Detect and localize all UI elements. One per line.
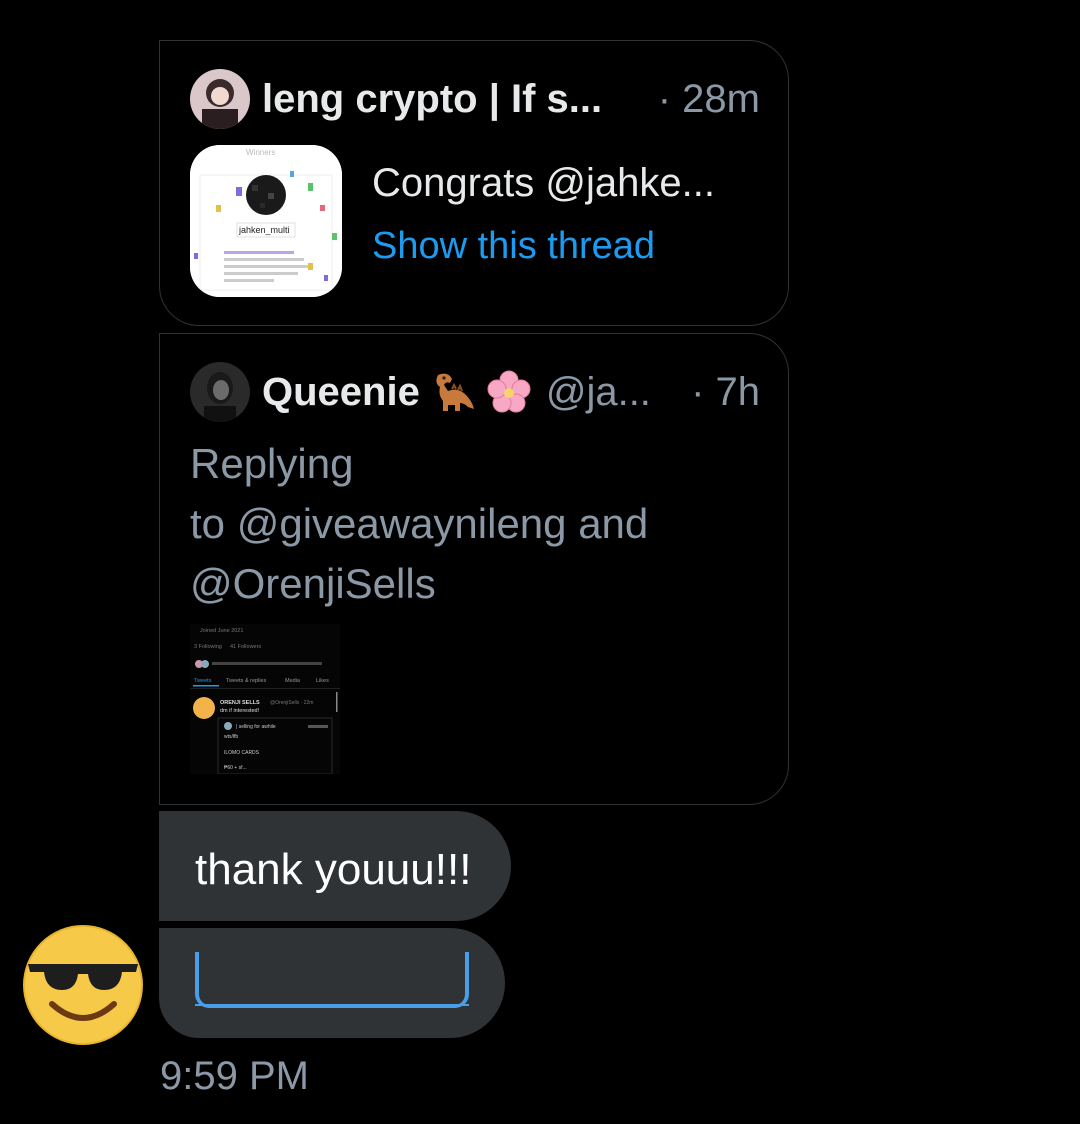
tweet-time: · 28m [657,76,760,121]
shot-author: ORENJI SELLS [220,700,260,706]
author-avatar[interactable] [190,69,250,129]
shot-following: 3 Following [194,644,222,650]
tweet-header: Queenie @ja... · 7h [190,362,760,422]
author-display-name[interactable]: leng crypto | If s... [262,77,602,122]
show-thread-link[interactable]: Show this thread [372,225,655,268]
shot-followers: 41 Followers [230,644,261,650]
author-handle: @ja... [545,369,651,414]
shot-quoted-body-3: ₱60 + sf... [224,765,247,771]
thumbnail-username: jahken_multi [238,225,290,235]
link-preview-card[interactable] [195,952,469,1008]
shot-tab-media: Media [285,678,301,684]
shot-joined: Joined June 2021 [200,628,243,634]
tweet-text: Congrats @jahke... [372,161,715,205]
message-bubble[interactable]: thank youuu!!! [159,811,511,921]
quoted-tweet-card-2[interactable]: Queenie @ja... · 7h Replying to @giveawa… [159,333,789,805]
shot-tweet: dm if interested! [220,708,260,714]
shot-handle-time: @OrenjiSells · 22m [270,700,313,706]
replying-line-1: Replying [190,440,354,487]
sunglasses-emoji-icon[interactable] [22,924,144,1046]
thumbnail-header: Winners [246,148,275,157]
message-bubble-link[interactable] [159,928,505,1038]
cherry-blossom-icon [486,369,532,415]
tweet-time: · 7h [691,369,760,414]
message-text: thank youuu!!! [195,845,472,894]
dinosaur-icon [430,369,476,415]
shot-quoted-body-1: wts/lfb [224,734,238,740]
shot-quoted-line: | selling for awhile [236,724,276,730]
replying-line-2[interactable]: to @giveawaynileng and [190,494,730,554]
link-underline [195,1004,469,1006]
embedded-profile-screenshot[interactable]: Joined June 2021 3 Following 41 Follower… [190,624,340,774]
tweet-media-thumbnail[interactable]: Winners jahken_multi [190,145,342,297]
replying-to-text: Replying to @giveawaynileng and @OrenjiS… [190,434,730,614]
author-avatar[interactable] [190,362,250,422]
replying-line-3[interactable]: @OrenjiSells [190,554,730,614]
shot-tab-tweets: Tweets [194,678,212,684]
quoted-tweet-card-1[interactable]: leng crypto | If s... · 28m Winners jahk… [159,40,789,326]
shot-quoted-body-2: ILOMO CARDS [224,750,260,756]
message-timestamp: 9:59 PM [160,1054,309,1098]
shot-tab-replies: Tweets & replies [226,678,267,684]
tweet-header: leng crypto | If s... · 28m [190,69,760,129]
shot-tab-likes: Likes [316,678,329,684]
author-display-name[interactable]: Queenie [262,370,420,415]
